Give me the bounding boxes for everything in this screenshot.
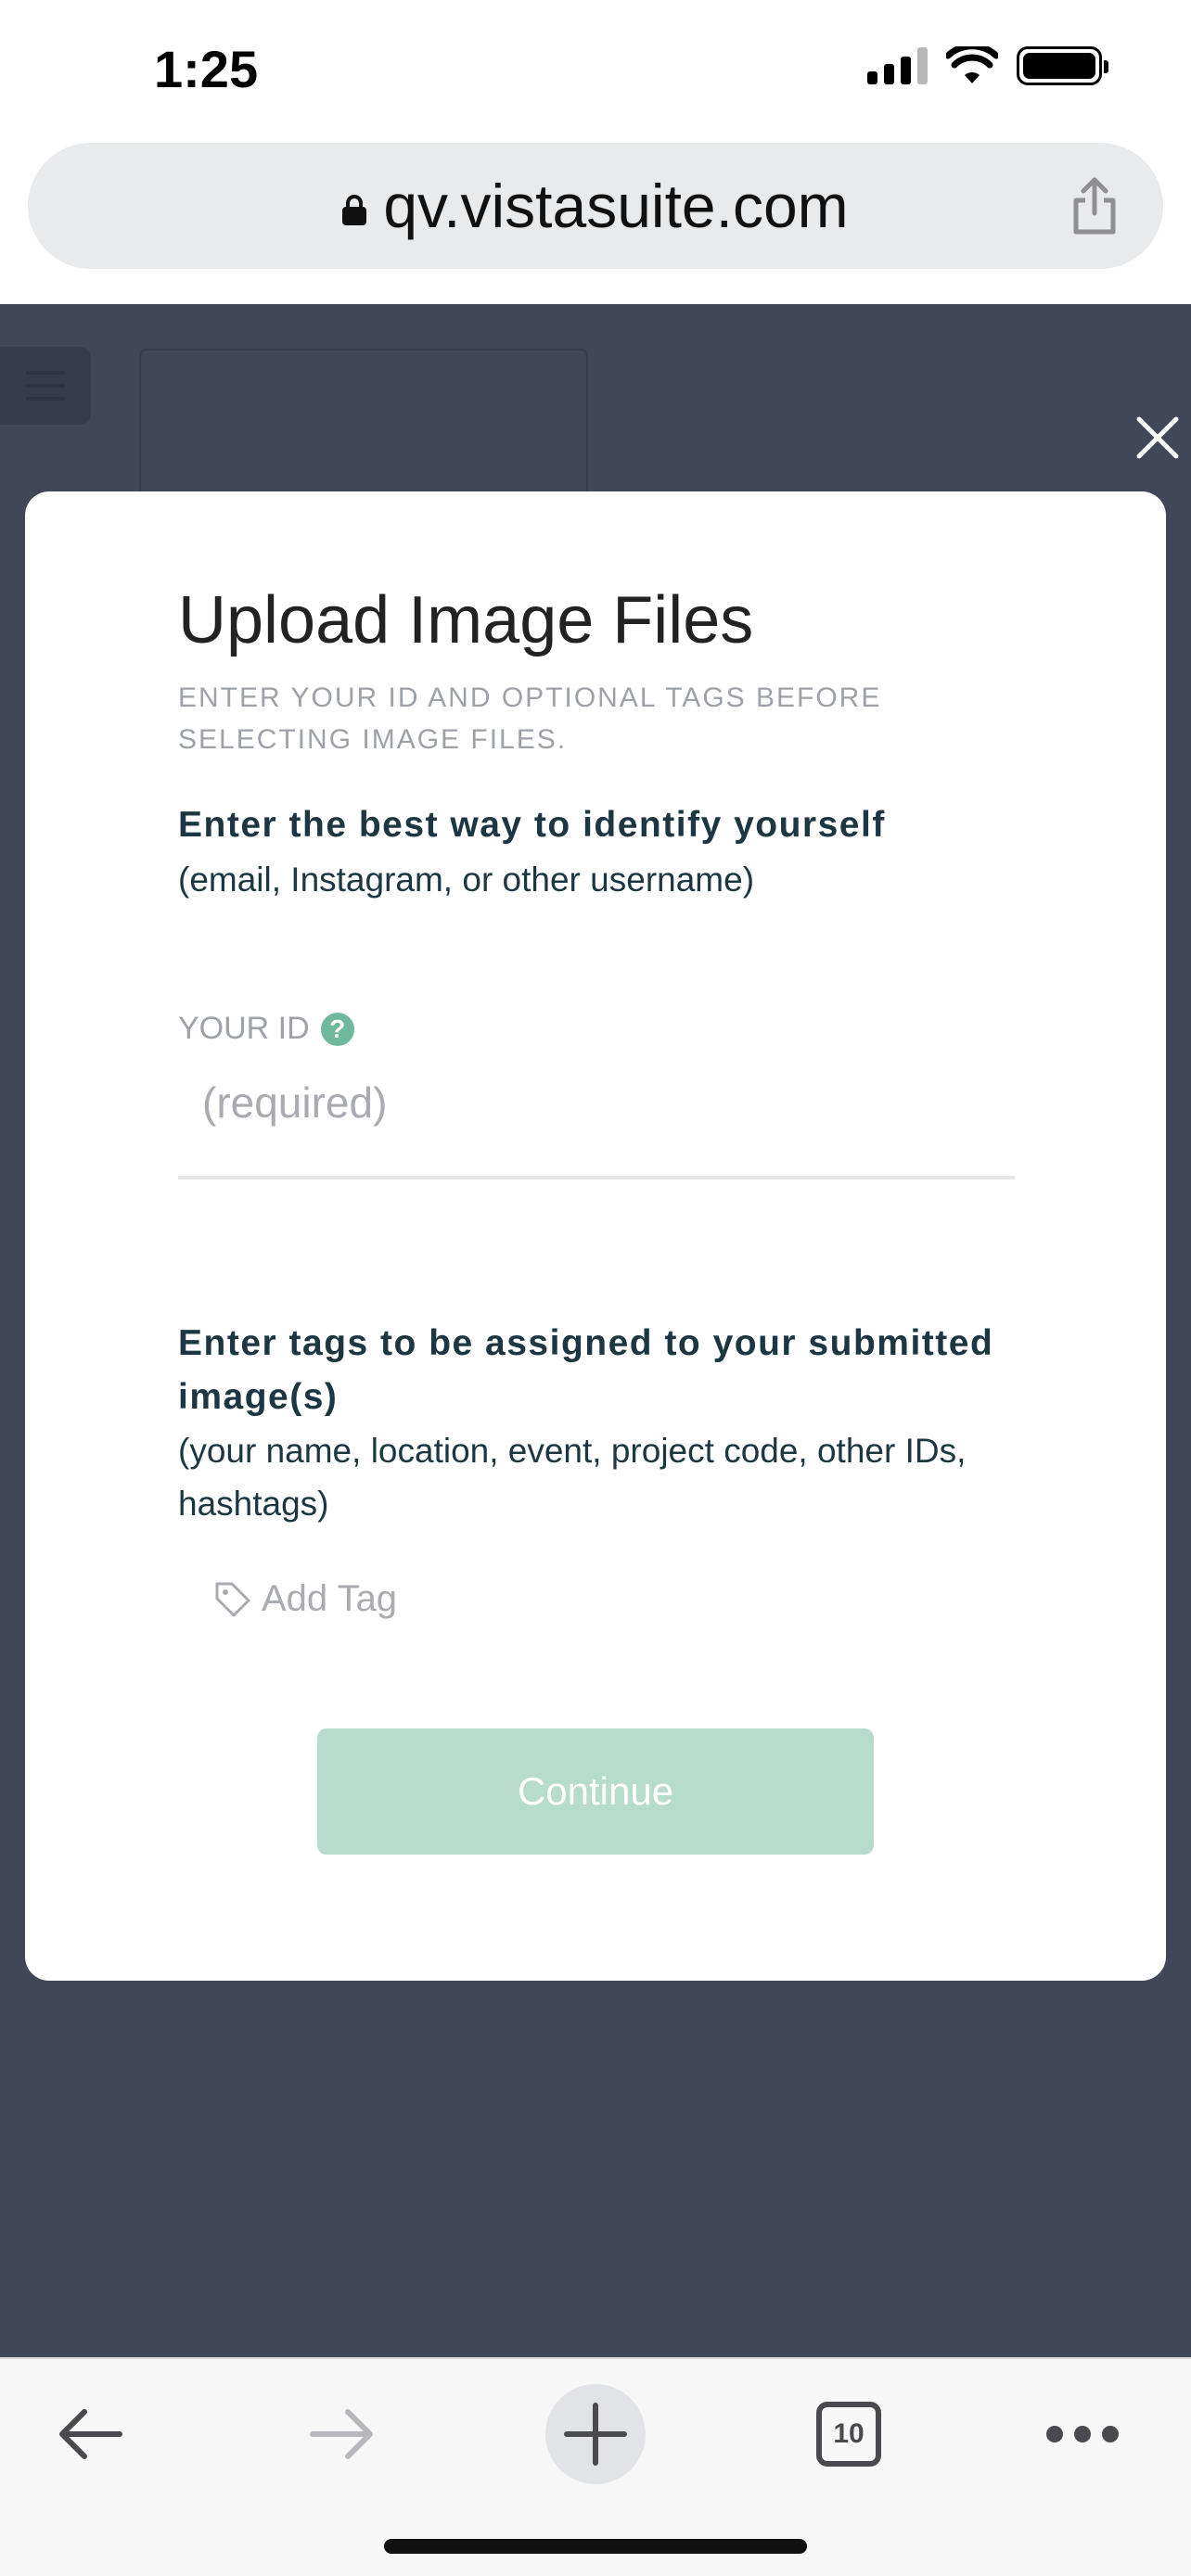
add-tag-button[interactable]: Add Tag [213, 1578, 397, 1620]
menu-icon[interactable] [0, 347, 91, 425]
signal-icon [867, 47, 928, 84]
tab-count: 10 [816, 2402, 881, 2467]
status-bar: 1:25 [0, 0, 1191, 139]
url-text: qv.vistasuite.com [383, 172, 849, 240]
tags-section-heading: Enter tags to be assigned to your submit… [178, 1323, 994, 1417]
share-icon[interactable] [1067, 176, 1122, 236]
home-indicator [384, 2539, 807, 2554]
id-section-heading: Enter the best way to identify yourself [178, 805, 886, 845]
forward-arrow-icon[interactable] [291, 2383, 393, 2485]
background-panel [139, 349, 588, 516]
back-arrow-icon[interactable] [39, 2383, 141, 2485]
id-section-note: (email, Instagram, or other username) [178, 861, 755, 899]
modal-subtitle: ENTER YOUR ID AND OPTIONAL TAGS BEFORE S… [178, 682, 882, 755]
id-input[interactable] [178, 1085, 1015, 1180]
add-tag-label: Add Tag [262, 1578, 398, 1619]
wifi-icon [946, 46, 998, 83]
tag-icon [215, 1582, 250, 1616]
battery-icon [1017, 46, 1108, 85]
upload-modal: Upload Image Files ENTER YOUR ID AND OPT… [25, 491, 1166, 1981]
close-icon[interactable] [1133, 414, 1182, 462]
status-time: 1:25 [154, 40, 259, 98]
status-icons [867, 46, 1108, 85]
tags-section-note: (your name, location, event, project cod… [178, 1432, 967, 1523]
more-icon[interactable] [1031, 2383, 1133, 2485]
help-icon[interactable]: ? [320, 1012, 354, 1046]
lock-icon [342, 195, 367, 225]
id-label: YOUR ID ? [178, 1011, 354, 1047]
id-label-text: YOUR ID [178, 1011, 310, 1046]
modal-title: Upload Image Files [178, 583, 754, 657]
tabs-icon[interactable]: 10 [798, 2383, 900, 2485]
address-bar[interactable]: qv.vistasuite.com [28, 143, 1163, 269]
new-tab-icon[interactable] [544, 2383, 647, 2485]
continue-button[interactable]: Continue [317, 1728, 874, 1855]
